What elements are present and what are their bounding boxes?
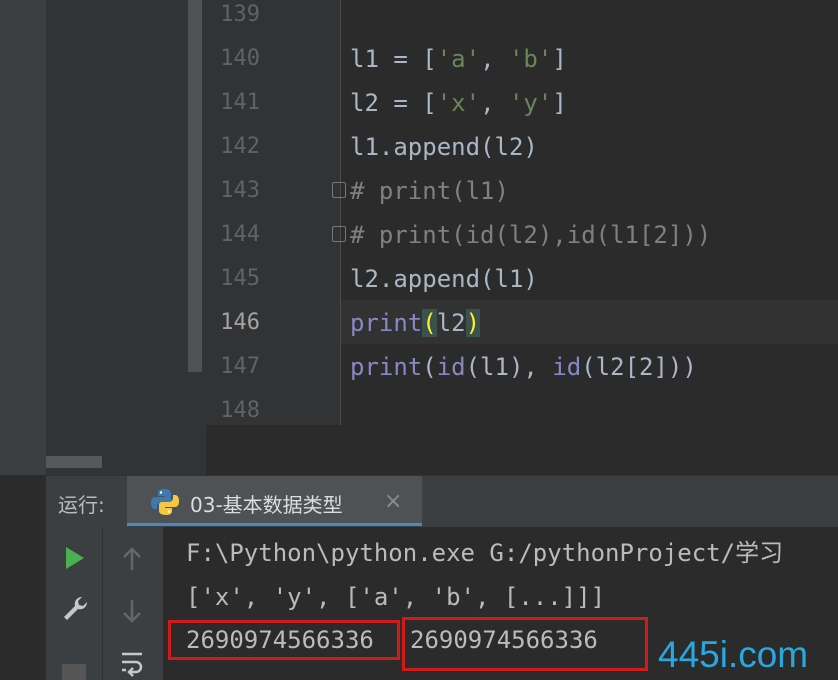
line-number: 142: [220, 134, 260, 159]
fold-icon[interactable]: [332, 182, 346, 198]
code-text: l2: [436, 309, 466, 337]
string-literal: 'x': [436, 89, 481, 117]
code-line-144[interactable]: # print(id(l2),id(l1[2])): [350, 213, 711, 257]
line-number: 144: [220, 222, 260, 247]
line-number: 147: [220, 354, 260, 379]
wrench-icon[interactable]: [60, 594, 90, 624]
builtin-print: print: [350, 353, 423, 381]
arrow-up-icon[interactable]: [120, 546, 144, 572]
editor-bottom-area: [206, 425, 838, 475]
line-number: 145: [220, 266, 260, 291]
string-literal: 'b': [508, 45, 553, 73]
console-line: F:\Python\python.exe G:/pythonProject/学习: [186, 539, 784, 567]
project-panel: [46, 0, 206, 475]
annotation-box: [168, 620, 400, 660]
line-number: 143: [220, 178, 260, 203]
code-line-141[interactable]: l2 = ['x', 'y']: [350, 81, 567, 125]
code-text: ,: [480, 45, 509, 73]
project-scrollbar[interactable]: [188, 0, 202, 372]
tab-label: 03-基本数据类型: [190, 493, 343, 517]
bracket-highlight: (: [422, 309, 437, 337]
close-icon[interactable]: ×: [384, 489, 402, 514]
code-line-147[interactable]: print(id(l1), id(l2[2])): [350, 345, 697, 389]
code-line-142[interactable]: l1.append(l2): [350, 125, 538, 169]
run-label: 运行:: [58, 493, 105, 517]
code-line-140[interactable]: l1 = ['a', 'b']: [350, 37, 567, 81]
code-text: ]: [552, 89, 567, 117]
code-text: l1 = [: [350, 45, 437, 73]
bracket-highlight: ): [465, 309, 481, 337]
fold-icon[interactable]: [332, 226, 346, 242]
annotation-box: [402, 617, 648, 671]
string-literal: 'y': [508, 89, 553, 117]
code-text: (l1),: [465, 353, 553, 381]
line-number: 141: [220, 90, 260, 115]
string-literal: 'a': [436, 45, 481, 73]
tool-window-strip: [0, 0, 46, 475]
code-text: ,: [480, 89, 509, 117]
stop-icon[interactable]: [62, 664, 86, 680]
code-text: (l2[2])): [581, 353, 697, 381]
horizontal-scrollbar[interactable]: [46, 456, 102, 468]
line-number-active: 146: [220, 310, 260, 335]
code-text: ]: [552, 45, 567, 73]
builtin-id: id: [552, 353, 582, 381]
line-number: 148: [220, 398, 260, 423]
console-line: ['x', 'y', ['a', 'b', [...]]]: [186, 583, 606, 611]
code-line-143[interactable]: # print(l1): [350, 169, 509, 213]
watermark: 445i.com: [658, 634, 809, 675]
arrow-down-icon[interactable]: [120, 598, 144, 624]
builtin-print: print: [350, 309, 423, 337]
python-icon: [151, 489, 179, 515]
code-line-146[interactable]: print(l2): [350, 301, 481, 345]
soft-wrap-icon[interactable]: [118, 650, 146, 680]
code-line-145[interactable]: l2.append(l1): [350, 257, 538, 301]
code-text: (: [422, 353, 437, 381]
builtin-id: id: [436, 353, 466, 381]
line-number: 140: [220, 46, 260, 71]
play-icon[interactable]: [66, 547, 84, 569]
line-number: 139: [220, 2, 260, 27]
code-text: l2 = [: [350, 89, 437, 117]
